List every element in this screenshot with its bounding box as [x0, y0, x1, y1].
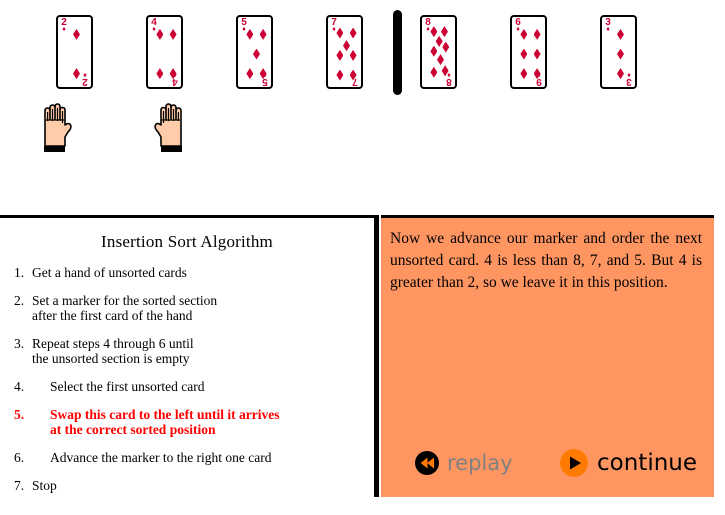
step-text: Select the first unsorted card [50, 379, 205, 394]
diamond-pip-icon [442, 65, 449, 76]
diamond-pip-icon [534, 68, 541, 79]
algorithm-step-list: 1. Get a hand of unsorted cards 2. Set a ma… [0, 265, 374, 493]
algorithm-step: 3. Repeat steps 4 through 6 until the uns… [8, 336, 374, 366]
hand-pointer-icon [38, 99, 74, 155]
playing-card[interactable]: 8 ♦ 8 ♦ [420, 15, 457, 89]
diamond-pip-icon [156, 68, 163, 79]
algorithm-step: 7. Stop [8, 478, 374, 493]
card-rank-label: 8 [446, 76, 452, 87]
card-rank-label: 2 [82, 76, 88, 87]
hand-pointer-icon [152, 99, 188, 155]
playing-card[interactable]: 7 ♦ 7 ♦ [326, 15, 363, 89]
algorithm-step: 1. Get a hand of unsorted cards [8, 265, 374, 280]
step-number: 4. [14, 379, 25, 394]
play-icon [560, 449, 588, 477]
diamond-pip-icon [73, 68, 80, 79]
step-number: 2. [14, 293, 25, 308]
algorithm-step: 2. Set a marker for the sorted section af… [8, 293, 374, 323]
step-number: 5. [14, 407, 25, 422]
diamond-pip-icon [617, 49, 624, 60]
step-text: Repeat steps 4 through 6 until the unsor… [32, 336, 194, 366]
diamond-pip-icon [430, 67, 437, 78]
diamond-pip-icon [336, 70, 343, 81]
step-number: 1. [14, 265, 25, 280]
replay-label: replay [447, 451, 513, 475]
diamond-pip-icon [442, 42, 449, 53]
diamond-pip-icon [617, 68, 624, 79]
step-text: Set a marker for the sorted section afte… [32, 293, 218, 323]
diamond-pip-icon [534, 49, 541, 60]
diamond-pip-icon [336, 28, 343, 39]
algorithm-step: 4. Select the first unsorted card [8, 379, 374, 394]
algorithm-step: 6. Advance the marker to the right one ca… [8, 450, 374, 465]
diamond-pip-icon [260, 29, 267, 40]
playing-card[interactable]: 5 ♦ 5 ♦ [236, 15, 273, 89]
diamond-pip-icon [253, 49, 260, 60]
step-text: Swap this card to the left until it arri… [50, 407, 280, 437]
diamond-pip-icon [534, 29, 541, 40]
panel-divider [374, 215, 379, 497]
card-rank-bottom-right: 2 ♦ [81, 71, 89, 87]
continue-button[interactable]: continue [560, 449, 697, 477]
diamond-pip-icon [170, 29, 177, 40]
card-rank-bottom-right: 3 ♦ [625, 71, 633, 87]
diamond-pip-icon [246, 29, 253, 40]
playing-card[interactable]: 3 ♦ 3 ♦ [600, 15, 637, 89]
sorted-section-marker [393, 10, 402, 95]
diamond-suit-icon: ♦ [83, 71, 87, 78]
diamond-pip-icon [520, 29, 527, 40]
playing-card[interactable]: 2 ♦ 2 ♦ [56, 15, 93, 89]
diamond-pip-icon [260, 68, 267, 79]
diamond-pip-icon [350, 28, 357, 39]
card-rank-top-left: 3 ♦ [604, 18, 612, 34]
algorithm-step: 5. Swap this card to the left until it ar… [8, 407, 374, 437]
diamond-pip-icon [350, 70, 357, 81]
diamond-pip-icon [350, 50, 357, 61]
diamond-pip-icon [617, 29, 624, 40]
continue-label: continue [597, 450, 698, 476]
navigation-row: replay continue [381, 449, 714, 485]
rewind-icon [415, 451, 439, 475]
algorithm-panel: Insertion Sort Algorithm 1. Get a hand of… [0, 215, 374, 515]
diamond-pip-icon [437, 54, 444, 65]
narration-panel: Now we advance our marker and order the … [381, 215, 714, 497]
step-number: 7. [14, 478, 25, 493]
diamond-suit-icon: ♦ [627, 71, 631, 78]
playing-card[interactable]: 4 ♦ 4 ♦ [146, 15, 183, 89]
card-rank-top-left: 2 ♦ [60, 18, 68, 34]
step-number: 6. [14, 450, 25, 465]
playing-card[interactable]: 6 ♦ 9 ♦ [510, 15, 547, 89]
diamond-pip-icon [520, 68, 527, 79]
diamond-pip-icon [73, 29, 80, 40]
step-text: Stop [32, 478, 57, 493]
step-text: Get a hand of unsorted cards [32, 265, 187, 280]
page-title: Insertion Sort Algorithm [101, 232, 273, 251]
diamond-pip-icon [520, 49, 527, 60]
narration-text: Now we advance our marker and order the … [390, 230, 702, 291]
card-stage: 2 ♦ 2 ♦ 4 ♦ 4 ♦ 5 ♦ 5 ♦ 7 ♦ 7 ♦ 8 ♦ 8 ♦ 6 ♦ 9 ♦ 3 ♦ 3 ♦ [0, 0, 725, 200]
card-rank-label: 3 [626, 76, 632, 87]
step-number: 3. [14, 336, 25, 351]
diamond-pip-icon [156, 29, 163, 40]
diamond-pip-icon [246, 68, 253, 79]
replay-button[interactable]: replay [415, 451, 513, 475]
diamond-pip-icon [336, 50, 343, 61]
diamond-pip-icon [170, 68, 177, 79]
step-text: Advance the marker to the right one card [50, 450, 272, 465]
